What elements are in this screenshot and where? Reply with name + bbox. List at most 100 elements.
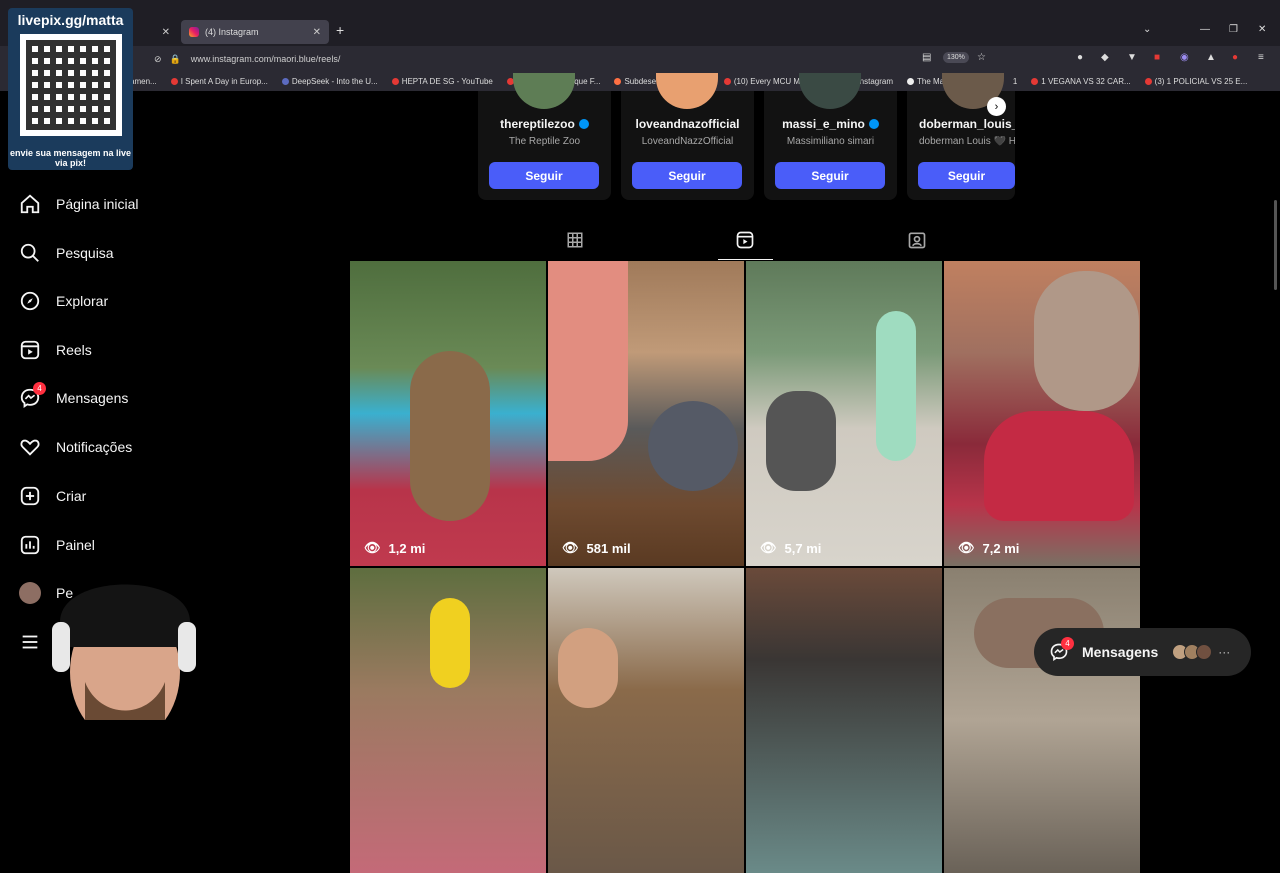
bookmarks-bar: amen... I Spent A Day in Europ... DeepSe…	[0, 72, 1280, 91]
messages-floating-bar[interactable]: 4 Mensagens ···	[1034, 628, 1251, 676]
close-tab-icon[interactable]: ✕	[313, 27, 321, 38]
zoom-level[interactable]: 130%	[943, 52, 969, 63]
reel-subject	[548, 261, 628, 461]
notification-badge: 4	[1061, 637, 1074, 650]
view-count: 👁 5,7 mi	[760, 540, 822, 556]
bookmark-star-icon[interactable]: ☆	[977, 52, 986, 63]
tab-list-icon[interactable]: ⌄	[1143, 24, 1151, 35]
suggestion-username[interactable]: doberman_louis_l	[907, 117, 1015, 131]
grid-icon[interactable]	[563, 228, 587, 252]
notification-badge: 4	[33, 382, 46, 395]
reader-view-icon[interactable]: ▤	[922, 52, 931, 63]
view-count: 👁 7,2 mi	[958, 540, 1020, 556]
app-menu-icon[interactable]: ≡	[1258, 52, 1264, 63]
webcam-overlay	[0, 552, 200, 742]
eye-icon: 👁	[562, 540, 579, 555]
view-count: 👁 1,2 mi	[364, 540, 426, 556]
reel-tile[interactable]: 👁 7,2 mi	[944, 261, 1140, 566]
avatar[interactable]	[799, 73, 861, 109]
extension-icon[interactable]: ▲	[1206, 52, 1216, 63]
bookmark[interactable]: 1 VEGANA VS 32 CAR...	[1031, 77, 1131, 86]
home-icon	[18, 192, 42, 216]
close-tab-icon[interactable]: ✕	[162, 27, 170, 38]
maximize-icon[interactable]: ❐	[1229, 24, 1238, 35]
instagram-favicon-icon	[189, 27, 199, 37]
avatar[interactable]	[656, 73, 718, 109]
sidebar-item-label: Pesquisa	[56, 245, 114, 261]
reel-subject	[430, 598, 470, 688]
follow-button[interactable]: Seguir	[489, 162, 599, 189]
reel-tile[interactable]	[746, 568, 942, 873]
extension-icon[interactable]: ●	[1232, 52, 1238, 63]
bookmark[interactable]: DeepSeek - Into the U...	[281, 77, 378, 86]
reel-tile[interactable]	[350, 568, 546, 873]
reel-tile[interactable]: 👁 581 mil	[548, 261, 744, 566]
reel-subject	[984, 411, 1134, 521]
reel-subject	[766, 391, 836, 491]
bookmark-folder[interactable]: 1	[1013, 77, 1017, 86]
browser-tab-bar: ✕ (4) Instagram ✕ + ⌄ — ❐ ✕	[0, 0, 1280, 46]
tagged-icon[interactable]	[905, 228, 929, 252]
sidebar-item-create[interactable]: Criar	[18, 481, 86, 511]
sidebar-item-label: Explorar	[56, 293, 109, 309]
reel-thumbnail	[548, 568, 744, 873]
extension-icon[interactable]: ●	[1077, 52, 1083, 63]
reel-tile[interactable]: 👁 5,7 mi	[746, 261, 942, 566]
sidebar-item-notifications[interactable]: Notificações	[18, 432, 132, 462]
suggestion-card: massi_e_mino Massimiliano simari Seguir	[764, 73, 897, 200]
sidebar-item-explore[interactable]: Explorar	[18, 286, 108, 316]
plus-square-icon	[18, 484, 42, 508]
extension-icon[interactable]: ◉	[1180, 52, 1189, 63]
follow-button[interactable]: Seguir	[632, 162, 742, 189]
sidebar-item-reels[interactable]: Reels	[18, 335, 92, 365]
bookmark[interactable]: amen...	[130, 77, 157, 86]
sidebar-item-search[interactable]: Pesquisa	[18, 238, 114, 268]
tab-title: (4) Instagram	[205, 27, 259, 37]
messenger-icon: 4	[1048, 637, 1074, 663]
suggestion-username[interactable]: massi_e_mino	[764, 117, 897, 131]
reel-subject	[648, 401, 738, 491]
suggestion-username[interactable]: loveandnazofficial	[621, 117, 754, 131]
eye-icon: 👁	[364, 540, 381, 555]
reels-icon[interactable]	[733, 228, 757, 252]
window-close-icon[interactable]: ✕	[1258, 24, 1266, 35]
chevron-right-icon[interactable]: ›	[987, 97, 1006, 116]
more-icon[interactable]: ···	[1218, 645, 1230, 659]
avatar[interactable]	[513, 73, 575, 109]
messenger-icon: 4	[18, 382, 46, 410]
overlay-title: livepix.gg/matta	[17, 12, 124, 28]
tab-instagram[interactable]: (4) Instagram ✕	[181, 20, 329, 44]
suggestion-full-name: LoveandNazzOfficial	[641, 136, 734, 147]
qr-code	[20, 34, 122, 136]
sidebar-item-home[interactable]: Página inicial	[18, 189, 139, 219]
scrollbar[interactable]	[1274, 200, 1277, 290]
address-bar[interactable]: ⊘ 🔒 www.instagram.com/maori.blue/reels/	[154, 49, 1000, 69]
tab-inactive[interactable]: ✕	[130, 20, 178, 44]
follow-button[interactable]: Seguir	[775, 162, 885, 189]
profile-tabs	[350, 220, 1141, 260]
url-text[interactable]: www.instagram.com/maori.blue/reels/	[191, 54, 341, 64]
suggested-accounts: thereptilezoo The Reptile Zoo Seguir lov…	[478, 73, 1015, 201]
bookmark[interactable]: (3) 1 POLICIAL VS 25 E...	[1144, 77, 1247, 86]
suggestion-username[interactable]: thereptilezoo	[478, 117, 611, 131]
verified-badge-icon	[578, 119, 589, 129]
extension-icon[interactable]: ◆	[1101, 52, 1109, 63]
sidebar-item-label: Página inicial	[56, 196, 139, 212]
extension-icon[interactable]: ▼	[1127, 52, 1137, 63]
bookmark[interactable]: I Spent A Day in Europ...	[170, 77, 268, 86]
new-tab-icon[interactable]: +	[336, 22, 344, 38]
suggestion-full-name: doberman Louis 🖤 H	[919, 136, 1015, 147]
lock-icon: 🔒	[169, 53, 181, 64]
reel-subject	[410, 351, 490, 521]
sidebar-item-label: Painel	[56, 537, 95, 553]
reel-tile[interactable]	[944, 568, 1140, 873]
reel-subject	[876, 311, 916, 461]
minimize-icon[interactable]: —	[1200, 24, 1210, 35]
bookmark[interactable]: HEPTA DE SG - YouTube	[391, 77, 493, 86]
messages-label: Mensagens	[1082, 644, 1159, 660]
sidebar-item-messages[interactable]: 4 Mensagens	[18, 382, 128, 413]
follow-button[interactable]: Seguir	[918, 162, 1015, 189]
reel-tile[interactable]: 👁 1,2 mi	[350, 261, 546, 566]
extension-icon[interactable]: ■	[1154, 52, 1160, 63]
reel-tile[interactable]	[548, 568, 744, 873]
